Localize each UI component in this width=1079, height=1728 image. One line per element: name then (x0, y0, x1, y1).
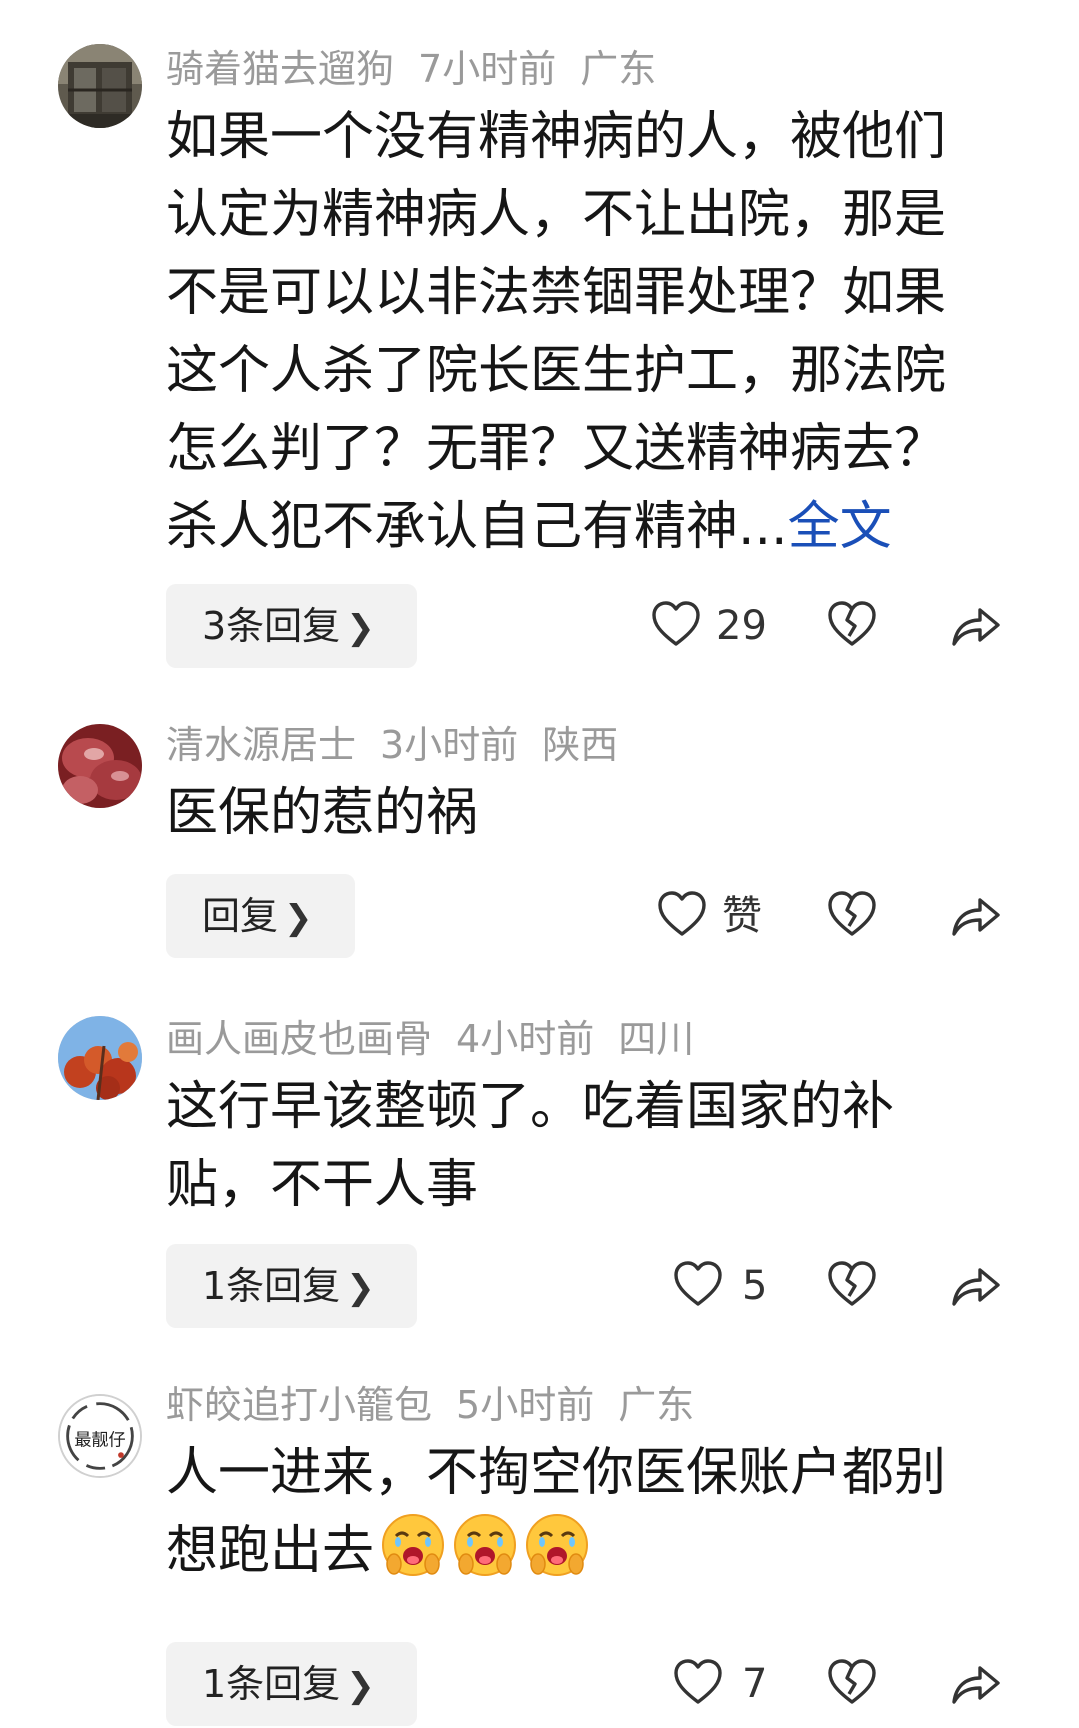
avatar-calligraphy: 最靓仔 (74, 1431, 125, 1451)
comment-actions: 5 (0, 1244, 1079, 1328)
comment-item: 最靓仔 虾皎追打小籠包 5小时前 广东 人一进来，不掏空你医保账户都别想跑出去 1条… (0, 1380, 1079, 1726)
avatar-image: 最靓仔 (60, 1396, 140, 1476)
username[interactable]: 清水源居士 (166, 723, 356, 767)
broken-heart-icon[interactable] (826, 598, 878, 650)
comment-body: 医保的惹的祸 (166, 783, 479, 843)
comment-text: 人一进来，不掏空你医保账户都别想跑出去 (166, 1434, 986, 1590)
heart-outline-icon[interactable] (672, 1258, 724, 1310)
comment-meta: 画人画皮也画骨 4小时前 四川 (166, 1014, 718, 1064)
username[interactable]: 虾皎追打小籠包 (166, 1383, 432, 1427)
comment-location: 陕西 (542, 723, 619, 767)
comment-text: 如果一个没有精神病的人，被他们认定为精神病人，不让出院，那是不是可以以非法禁锢罪… (166, 98, 986, 566)
comment-time: 5小时前 (456, 1383, 595, 1427)
like-count: 7 (742, 1661, 768, 1707)
comment-item: 骑着猫去遛狗 7小时前 广东 如果一个没有精神病的人，被他们认定为精神病人，不让出院… (0, 0, 1079, 668)
crying-laughing-emoji (454, 1514, 517, 1576)
like-label: 赞 (722, 893, 762, 939)
username[interactable]: 画人画皮也画骨 (166, 1017, 432, 1061)
comment-location: 广东 (580, 47, 657, 91)
comment-body: 这行早该整顿了。吃着国家的补贴，不干人事 (166, 1077, 895, 1215)
comment-meta: 清水源居士 3小时前 陕西 (166, 720, 642, 770)
share-arrow-icon[interactable] (948, 890, 1002, 940)
username[interactable]: 骑着猫去遛狗 (166, 47, 394, 91)
comment-actions: 7 (0, 1642, 1079, 1726)
comment-body: 如果一个没有精神病的人，被他们认定为精神病人，不让出院，那是不是可以以非法禁锢罪… (166, 107, 947, 557)
comment-text: 这行早该整顿了。吃着国家的补贴，不干人事 (166, 1068, 986, 1224)
comment-location: 广东 (618, 1383, 695, 1427)
like-count: 5 (742, 1263, 768, 1309)
heart-outline-icon[interactable] (650, 598, 702, 650)
heart-outline-icon[interactable] (656, 888, 708, 940)
expand-full-text-link[interactable]: 全文 (788, 497, 892, 557)
comment-time: 7小时前 (418, 47, 557, 91)
comment-item: 画人画皮也画骨 4小时前 四川 这行早该整顿了。吃着国家的补贴，不干人事 1条回复 ❯… (0, 1014, 1079, 1334)
share-arrow-icon[interactable] (948, 1658, 1002, 1708)
avatar[interactable] (58, 724, 142, 808)
avatar[interactable] (58, 1016, 142, 1100)
broken-heart-icon[interactable] (826, 1656, 878, 1708)
avatar[interactable] (58, 44, 142, 128)
comment-location: 四川 (618, 1017, 695, 1061)
heart-outline-icon[interactable] (672, 1656, 724, 1708)
comment-meta: 虾皎追打小籠包 5小时前 广东 (166, 1380, 718, 1430)
crying-laughing-emoji (382, 1514, 445, 1576)
crying-laughing-emoji (526, 1514, 589, 1576)
avatar[interactable]: 最靓仔 (58, 1394, 142, 1478)
share-arrow-icon[interactable] (948, 600, 1002, 650)
broken-heart-icon[interactable] (826, 1258, 878, 1310)
comment-text: 医保的惹的祸 (166, 774, 986, 852)
avatar-image (58, 1016, 142, 1100)
like-count: 29 (716, 603, 767, 649)
avatar-image (58, 724, 142, 808)
broken-heart-icon[interactable] (826, 888, 878, 940)
avatar-image (58, 44, 142, 128)
comment-meta: 骑着猫去遛狗 7小时前 广东 (166, 44, 680, 94)
emoji-row (374, 1514, 590, 1581)
comment-time: 3小时前 (380, 723, 519, 767)
comment-actions: 赞 (0, 874, 1079, 958)
share-arrow-icon[interactable] (948, 1260, 1002, 1310)
comment-actions: 29 (0, 584, 1079, 668)
comment-item: 清水源居士 3小时前 陕西 医保的惹的祸 回复 ❯ 赞 (0, 720, 1079, 960)
comment-time: 4小时前 (456, 1017, 595, 1061)
